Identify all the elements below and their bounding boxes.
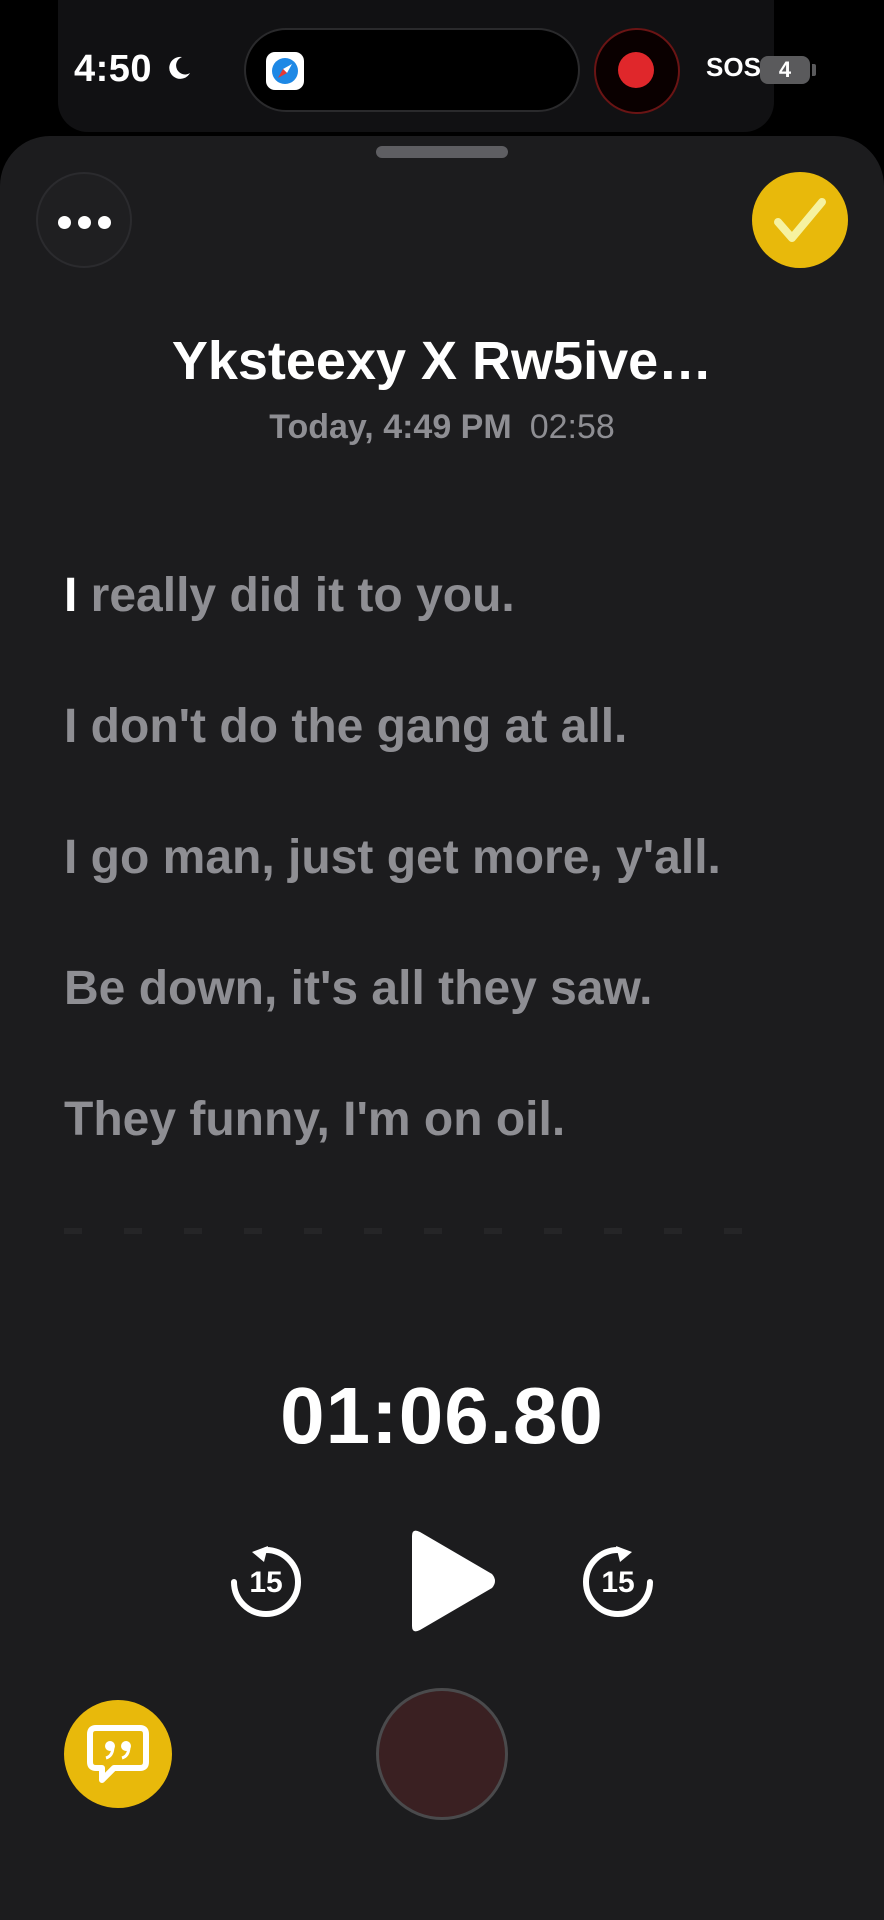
sheet-grabber[interactable]: [376, 146, 508, 158]
battery-indicator: 4: [760, 56, 810, 84]
recording-date: Today, 4:49 PM: [269, 408, 512, 446]
transcript-line[interactable]: They funny, I'm on oil.: [64, 1090, 844, 1221]
recording-title[interactable]: Yksteexy X Rw5ive…: [0, 330, 884, 392]
transcript[interactable]: I really did it to you. I don't do the g…: [64, 566, 844, 1221]
status-time: 4:50: [74, 48, 153, 90]
transcript-fade: [64, 1228, 764, 1234]
battery-nub: [812, 64, 816, 76]
transcript-line[interactable]: I really did it to you.: [64, 566, 844, 697]
recording-meta: Today, 4:49 PM 02:58: [0, 408, 884, 447]
transcript-quote-icon: [87, 1725, 149, 1783]
record-indicator-icon: [618, 52, 654, 88]
skip-forward-label: 15: [601, 1566, 635, 1599]
sos-label: SOS: [706, 52, 761, 82]
transcript-line-text: Be down, it's all they saw.: [64, 962, 653, 1015]
more-icon-dot: [98, 216, 111, 229]
more-icon-dot: [78, 216, 91, 229]
transcript-highlight: I: [64, 569, 78, 622]
record-button[interactable]: [376, 1688, 508, 1820]
done-button[interactable]: [752, 172, 848, 268]
transcript-line-text: They funny, I'm on oil.: [64, 1093, 566, 1146]
transcript-line-text: I don't do the gang at all.: [64, 700, 628, 753]
transcript-line-text: I go man, just get more, y'all.: [64, 831, 721, 884]
transcript-line-text: really did it to you.: [77, 569, 515, 622]
playback-timer: 01:06.80: [280, 1371, 604, 1460]
moon-icon: [169, 56, 190, 79]
transcript-button[interactable]: [64, 1700, 172, 1808]
more-icon: [58, 216, 71, 229]
safari-icon[interactable]: [266, 52, 304, 90]
checkmark-icon: [774, 198, 826, 242]
skip-back-label: 15: [249, 1566, 283, 1599]
transcript-line[interactable]: I go man, just get more, y'all.: [64, 828, 844, 959]
more-button[interactable]: [36, 172, 132, 268]
recording-duration: 02:58: [529, 408, 615, 446]
transcript-line[interactable]: Be down, it's all they saw.: [64, 959, 844, 1090]
transcript-line[interactable]: I don't do the gang at all.: [64, 697, 844, 828]
play-button[interactable]: [402, 1528, 498, 1634]
